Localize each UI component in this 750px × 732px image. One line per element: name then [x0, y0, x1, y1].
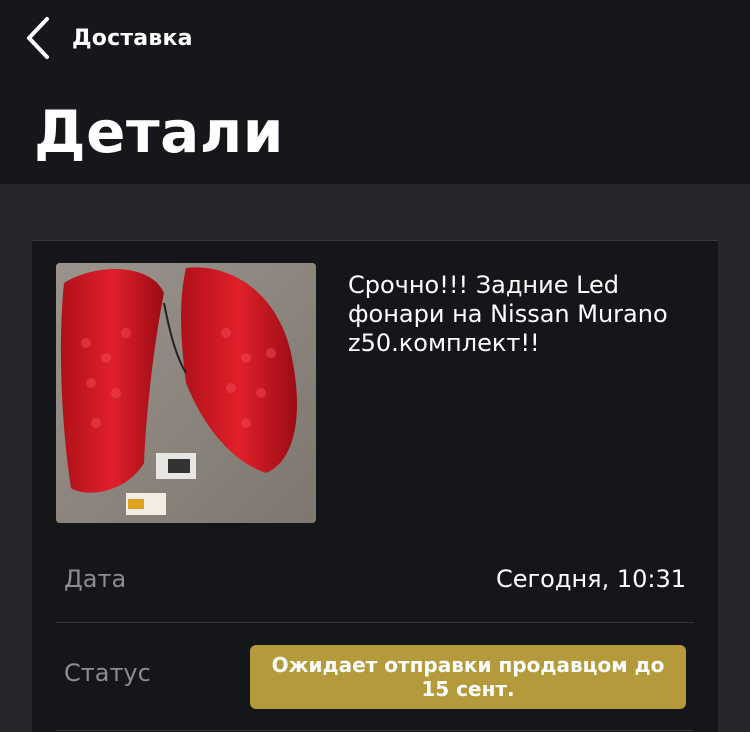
date-label: Дата: [64, 565, 127, 593]
status-badge: Ожидает отправки продавцом до 15 сент.: [250, 645, 686, 709]
header-bar: Доставка Детали: [0, 0, 750, 184]
page-title: Детали: [34, 98, 284, 166]
back-button[interactable]: Доставка: [18, 10, 208, 66]
status-row: Статус Ожидает отправки продавцом до 15 …: [56, 623, 694, 731]
product-title[interactable]: Срочно!!! Задние Led фонари на Nissan Mu…: [348, 271, 698, 358]
date-row: Дата Сегодня, 10:31: [56, 537, 694, 623]
chevron-left-icon: [18, 16, 58, 60]
product-image[interactable]: [56, 263, 316, 523]
status-label: Статус: [64, 659, 151, 687]
order-card: Срочно!!! Задние Led фонари на Nissan Mu…: [32, 240, 718, 732]
date-value: Сегодня, 10:31: [496, 565, 686, 593]
back-label: Доставка: [72, 25, 193, 51]
